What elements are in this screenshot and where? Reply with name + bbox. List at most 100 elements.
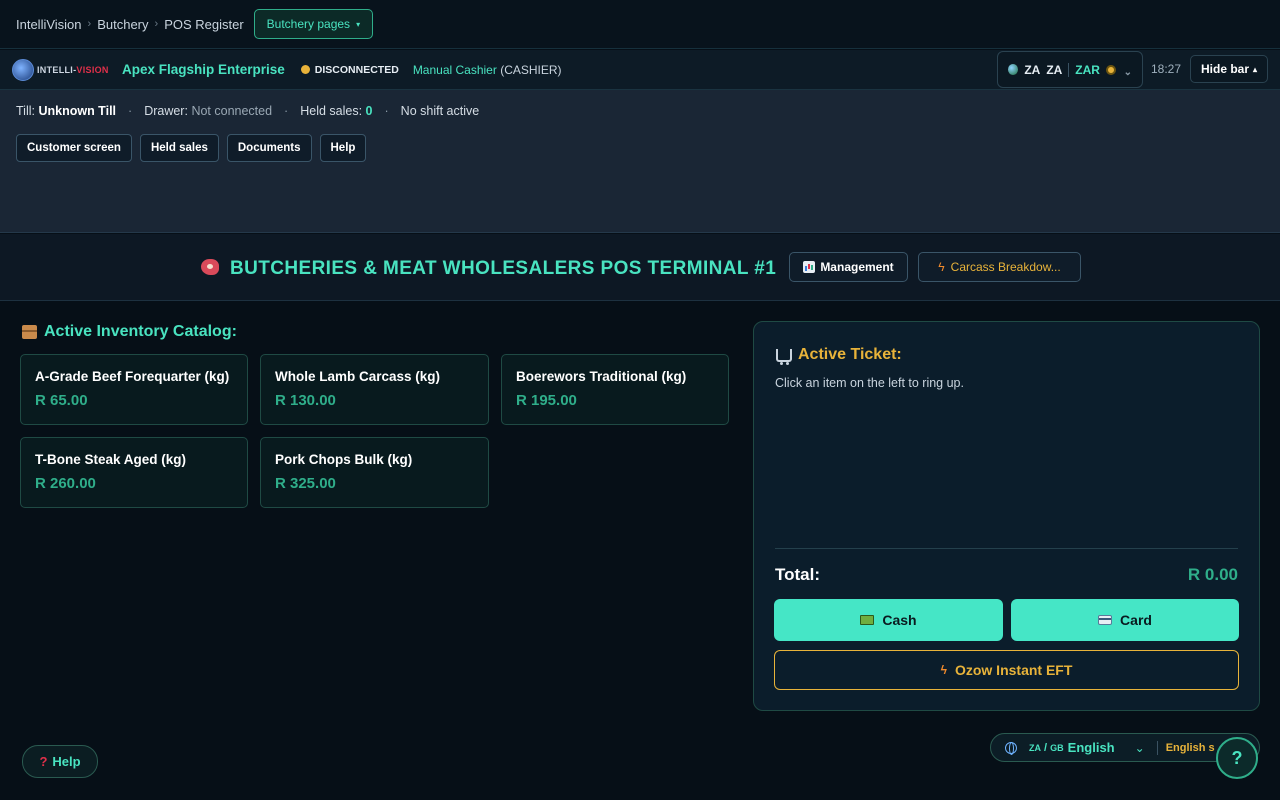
register-status-panel: Till: Unknown Till · Drawer: Not connect… [0, 90, 1280, 233]
connection-status-text: DISCONNECTED [314, 63, 399, 76]
product-card-beef-forequarter[interactable]: A-Grade Beef Forequarter (kg) R 65.00 [20, 354, 248, 425]
total-label: Total: [775, 565, 821, 584]
breadcrumb-separator: › [154, 18, 159, 30]
chevron-down-icon: ⌄ [1123, 67, 1132, 78]
help-pill-button[interactable]: ? Help [22, 745, 98, 778]
total-amount: R 0.00 [1187, 565, 1238, 584]
terminal-title-bar: BUTCHERIES & MEAT WHOLESALERS POS TERMIN… [0, 234, 1280, 301]
cash-label: Cash [882, 612, 917, 628]
drawer-value: Not connected [191, 104, 273, 118]
caret-down-icon: ▾ [356, 19, 361, 29]
help-button[interactable]: Help [319, 134, 367, 162]
language-name: English [1067, 740, 1115, 755]
globe-icon [1008, 64, 1019, 75]
product-card-boerewors[interactable]: Boerewors Traditional (kg) R 195.00 [501, 354, 729, 425]
active-ticket-panel: Active Ticket: Click an item on the left… [753, 321, 1260, 711]
product-card-lamb-carcass[interactable]: Whole Lamb Carcass (kg) R 130.00 [260, 354, 489, 425]
drawer-status: Drawer: Not connected [144, 104, 272, 118]
question-icon: ? [39, 754, 48, 769]
held-sales-label: Held sales: [300, 104, 363, 118]
card-label: Card [1120, 612, 1152, 628]
till-status: Till: Unknown Till [16, 104, 116, 118]
pos-info-bar: INTELLI-VISION Apex Flagship Enterprise … [0, 50, 1280, 90]
top-navigation-bar: IntelliVision › Butchery › POS Register … [0, 0, 1280, 49]
locale-region-2: ZA [1046, 62, 1063, 77]
cashier-name: Manual Cashier [412, 62, 497, 77]
currency-code: ZAR [1075, 62, 1100, 77]
floating-help-button[interactable]: ? [1216, 737, 1258, 779]
breadcrumb-item-intellivision[interactable]: IntelliVision [16, 17, 82, 32]
ticket-heading-text: Active Ticket: [798, 346, 902, 363]
chevron-down-icon: ⌄ [1134, 740, 1145, 755]
hide-bar-label: Hide bar [1200, 62, 1249, 76]
management-button[interactable]: Management [789, 252, 908, 282]
cash-icon [860, 615, 875, 625]
terminal-title: BUTCHERIES & MEAT WHOLESALERS POS TERMIN… [230, 258, 777, 279]
breadcrumb-separator: › [87, 18, 92, 30]
management-label: Management [820, 260, 894, 274]
carcass-breakdown-label: Carcass Breakdow... [950, 260, 1061, 274]
card-payment-button[interactable]: Card [1011, 599, 1239, 641]
butchery-pages-dropdown[interactable]: Butchery pages ▾ [253, 9, 374, 39]
held-sales-count: 0 [365, 104, 373, 118]
locale-region-1: ZA [1024, 62, 1041, 77]
inventory-grid: A-Grade Beef Forequarter (kg) R 65.00 Wh… [20, 354, 730, 508]
product-name: Whole Lamb Carcass (kg) [275, 369, 441, 384]
customer-screen-button[interactable]: Customer screen [16, 134, 132, 162]
logo-wordmark: INTELLI-VISION [37, 64, 109, 75]
cart-icon [776, 348, 792, 365]
company-name: Apex Flagship Enterprise [122, 62, 285, 77]
hide-bar-button[interactable]: Hide bar ▴ [1190, 55, 1268, 83]
breadcrumb-item-pos-register[interactable]: POS Register [164, 17, 243, 32]
clock: 18:27 [1151, 62, 1182, 76]
product-name: T-Bone Steak Aged (kg) [35, 452, 187, 467]
coin-icon [1105, 64, 1116, 75]
product-name: A-Grade Beef Forequarter (kg) [35, 369, 230, 384]
shift-status: No shift active [400, 104, 480, 118]
locale-currency-selector[interactable]: ZA ZA ZAR ⌄ [997, 51, 1143, 88]
globe-icon [1005, 741, 1017, 755]
cash-payment-button[interactable]: Cash [774, 599, 1003, 641]
product-card-pork-chops[interactable]: Pork Chops Bulk (kg) R 325.00 [260, 437, 489, 508]
credit-card-icon [1098, 615, 1113, 625]
product-price: R 195.00 [516, 392, 577, 409]
cashier-info: Manual Cashier (CASHIER) [413, 63, 562, 77]
register-actions: Customer screen Held sales Documents Hel… [16, 134, 367, 162]
lightning-icon: ϟ [938, 260, 945, 274]
package-icon [22, 325, 37, 339]
catalog-heading-text: Active Inventory Catalog: [44, 323, 237, 340]
product-card-tbone-steak[interactable]: T-Bone Steak Aged (kg) R 260.00 [20, 437, 248, 508]
ozow-eft-button[interactable]: ϟ Ozow Instant EFT [774, 650, 1239, 690]
product-name: Boerewors Traditional (kg) [516, 369, 687, 384]
logo-globe-icon [12, 58, 34, 81]
lang-code-from: ZA [1029, 742, 1041, 753]
ozow-label: Ozow Instant EFT [954, 662, 1073, 678]
help-pill-label: Help [52, 754, 81, 769]
status-separator: · [284, 104, 289, 118]
question-icon: ? [1231, 747, 1243, 768]
lightning-icon: ϟ [940, 663, 947, 677]
carcass-breakdown-button[interactable]: ϟ Carcass Breakdow... [918, 252, 1081, 282]
locale-divider [1068, 62, 1070, 77]
till-value: Unknown Till [38, 104, 117, 118]
held-sales-status: Held sales: 0 [300, 104, 372, 118]
product-price: R 260.00 [35, 475, 96, 492]
product-name: Pork Chops Bulk (kg) [275, 452, 413, 467]
lang-code-separator: / [1041, 741, 1051, 754]
held-sales-button[interactable]: Held sales [139, 134, 219, 162]
language-divider [1156, 740, 1158, 755]
status-separator: · [128, 104, 133, 118]
documents-button[interactable]: Documents [226, 134, 312, 162]
ticket-empty-hint: Click an item on the left to ring up. [775, 376, 964, 390]
drawer-label: Drawer: [144, 104, 188, 118]
lang-code-to: GB [1050, 742, 1064, 753]
status-dot-icon [300, 65, 310, 74]
butchery-pages-label: Butchery pages [266, 17, 351, 31]
language-codes: ZA / GB [1029, 742, 1064, 754]
status-line: Till: Unknown Till · Drawer: Not connect… [16, 104, 479, 118]
status-separator: · [384, 104, 389, 118]
breadcrumb-item-butchery[interactable]: Butchery [97, 17, 148, 32]
cashier-role: (CASHIER) [500, 62, 562, 77]
meat-icon [201, 259, 219, 275]
intellivision-logo: INTELLI-VISION [12, 58, 116, 82]
